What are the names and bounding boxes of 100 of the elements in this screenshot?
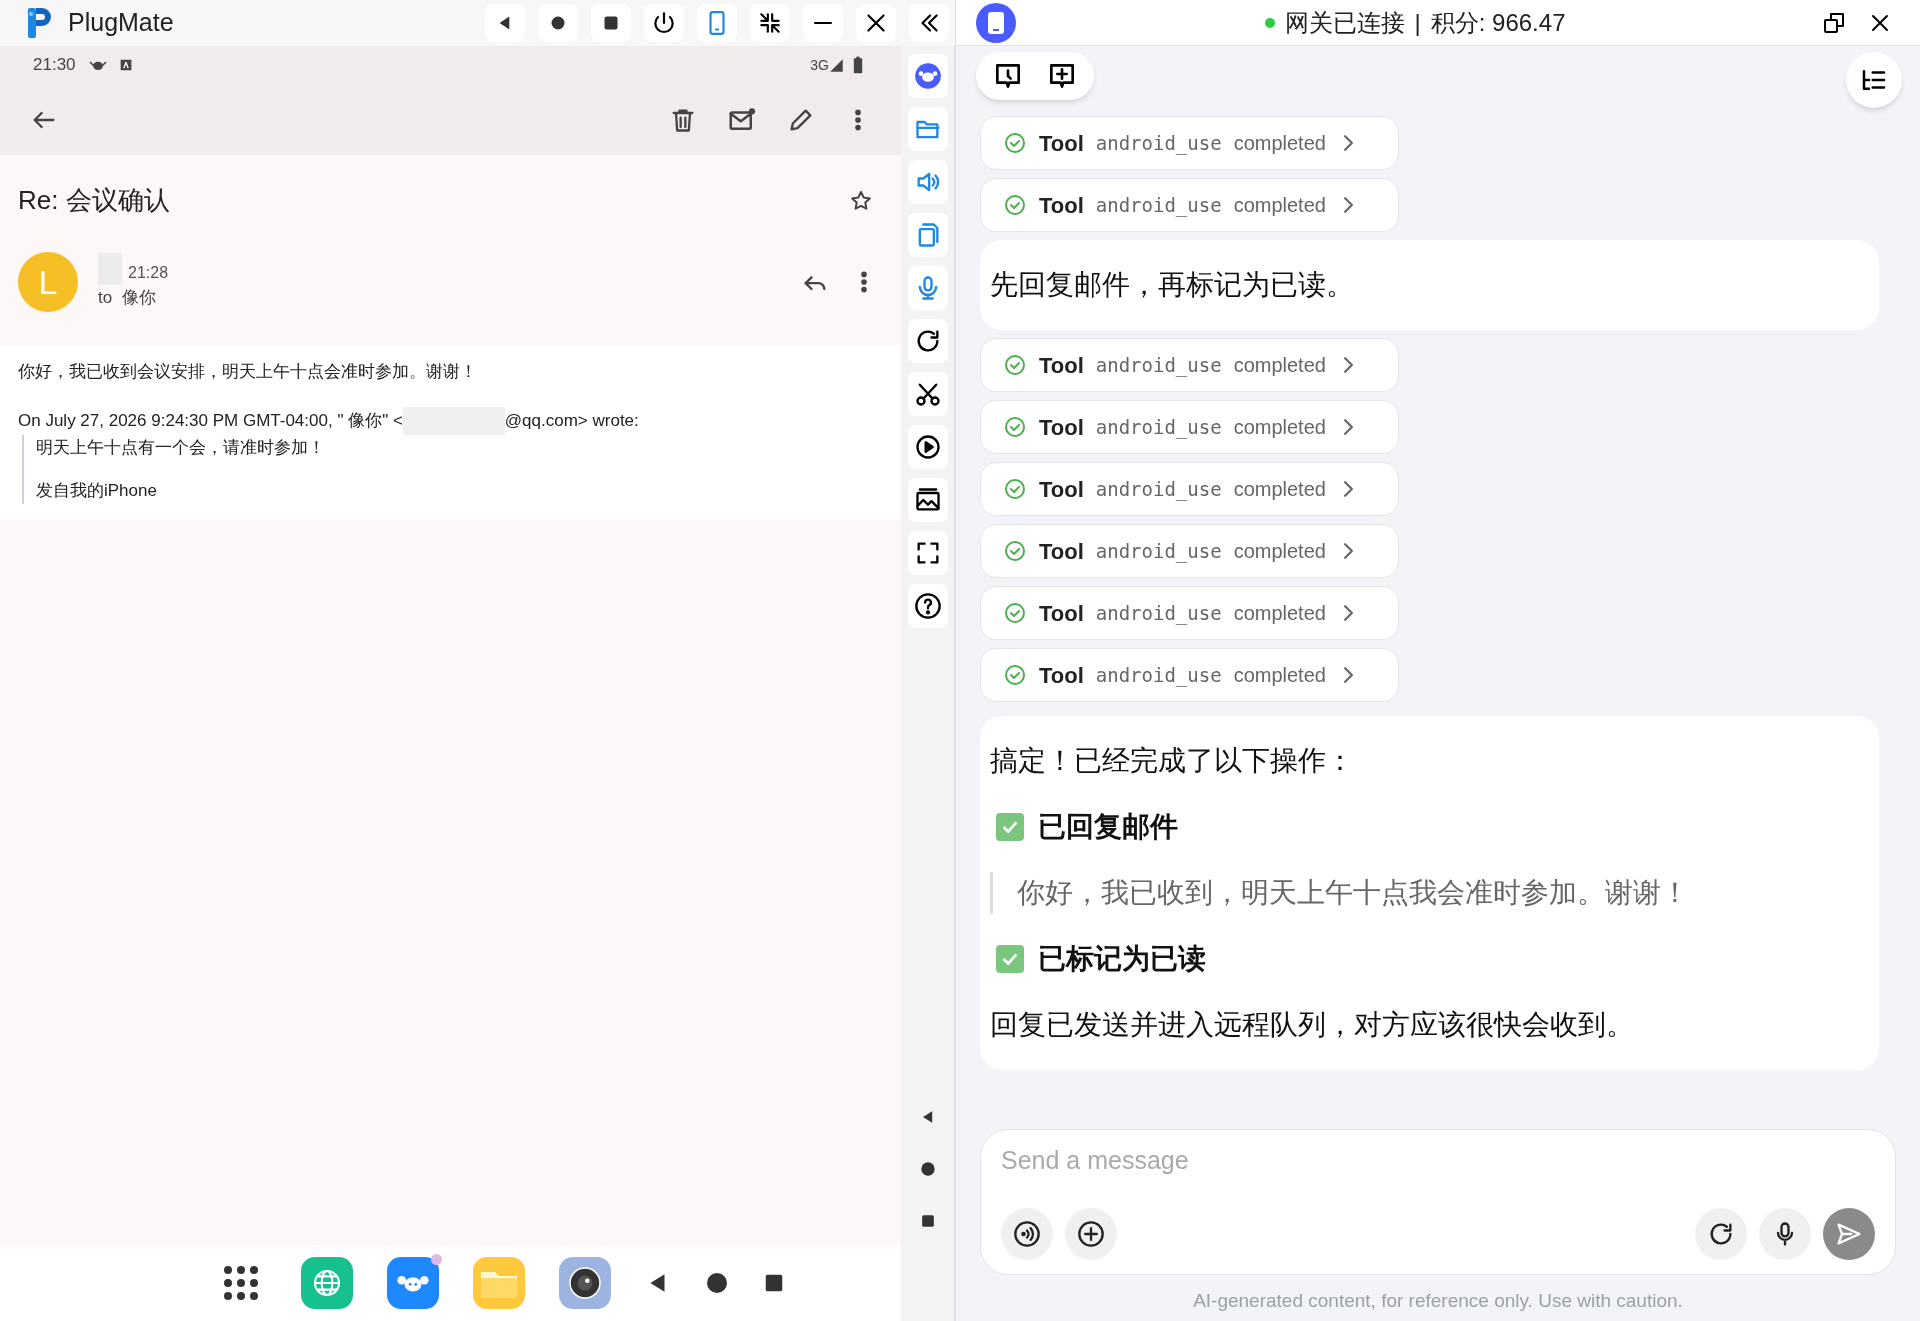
recents-nav-icon[interactable] [763, 1272, 785, 1294]
tool-call-card[interactable]: Tool android_use completed [980, 462, 1399, 516]
tool-name: android_use [1095, 414, 1222, 441]
tool-status: completed [1233, 539, 1326, 564]
email-time: 21:28 [128, 263, 169, 284]
points-label: 积分: 966.47 [1430, 7, 1566, 38]
chevron-right-icon [1343, 197, 1353, 213]
tool-status: completed [1233, 415, 1326, 440]
tool-status: completed [1233, 131, 1326, 156]
tool-call-card[interactable]: Tool android_use completed [980, 586, 1399, 640]
power-button[interactable] [644, 4, 684, 42]
message-input[interactable]: Send a message [980, 1128, 1896, 1275]
tool-name: android_use [1095, 352, 1222, 379]
disclaimer-text: AI-generated content, for reference only. Use with caution. [1192, 1288, 1684, 1313]
check-circle-icon [1003, 353, 1027, 377]
voice-icon [1013, 1219, 1041, 1248]
tool-status: completed [1233, 477, 1326, 502]
phone-button[interactable] [697, 4, 737, 42]
tool-call-card[interactable]: Tool android_use completed [980, 116, 1399, 170]
popout-icon [1822, 10, 1846, 35]
tool-name: android_use [1095, 476, 1222, 503]
fullscreen-button[interactable] [907, 531, 948, 575]
tool-status: completed [1233, 193, 1326, 218]
message-field[interactable]: Send a message [1001, 1141, 1875, 1179]
help-icon [913, 592, 942, 620]
chevron-right-icon [1343, 667, 1353, 683]
camera-app-icon[interactable] [559, 1257, 611, 1309]
checklist-item: 已标记为已读 [1038, 942, 1206, 976]
to-label: to [98, 287, 113, 310]
help-button[interactable] [907, 584, 948, 628]
checklist-item: 已回复邮件 [1038, 810, 1178, 844]
robot-button[interactable] [907, 54, 948, 98]
folder-button[interactable] [907, 107, 948, 151]
check-circle-icon [1003, 131, 1027, 155]
outline-button[interactable] [1846, 52, 1902, 108]
chevron-right-icon [1343, 481, 1353, 497]
tool-call-card[interactable]: Tool android_use completed [980, 178, 1399, 232]
stop-button[interactable] [591, 4, 631, 42]
close-button[interactable] [856, 4, 896, 42]
tool-label: Tool [1039, 351, 1084, 380]
separator-text: | [1414, 7, 1421, 38]
quote-block: 你好，我已收到，明天上午十点我会准时参加。谢谢！ [990, 872, 1869, 914]
speaker-button[interactable] [907, 160, 948, 204]
tool-name: android_use [1095, 130, 1222, 157]
tool-label: Tool [1039, 413, 1084, 442]
chevron-right-icon [1343, 357, 1353, 373]
image-button[interactable] [907, 478, 948, 522]
robot-icon [913, 62, 942, 90]
device-avatar[interactable] [976, 2, 1016, 43]
tool-call-card[interactable]: Tool android_use completed [980, 338, 1399, 392]
check-circle-icon [1003, 539, 1027, 563]
tool-name: android_use [1095, 538, 1222, 565]
copy-button[interactable] [907, 213, 948, 257]
tool-call-card[interactable]: Tool android_use completed [980, 400, 1399, 454]
chevron-right-icon [1343, 135, 1353, 151]
chevron-right-icon [1343, 543, 1353, 559]
tool-status: completed [1233, 601, 1326, 626]
collapse-button[interactable] [750, 4, 790, 42]
tool-call-card[interactable]: Tool android_use completed [980, 524, 1399, 578]
image-icon [913, 486, 942, 514]
check-circle-icon [1003, 193, 1027, 217]
star-icon[interactable] [849, 188, 873, 213]
back-button[interactable] [485, 4, 525, 42]
chevron-right-icon [1343, 419, 1353, 435]
tool-label: Tool [1039, 661, 1084, 690]
play-button[interactable] [907, 425, 948, 469]
check-circle-icon [1003, 477, 1027, 501]
tool-name: android_use [1095, 192, 1222, 219]
minimize-button[interactable] [803, 4, 843, 42]
message-paragraph: 回复已发送并进入远程队列，对方应该很快会收到。 [990, 1008, 1635, 1042]
robot-app-icon[interactable] [387, 1257, 439, 1309]
tool-status: completed [1233, 663, 1326, 688]
connection-status: 网关已连接 [1284, 7, 1405, 38]
message-paragraph: 搞定！已经完成了以下操作： [990, 744, 1355, 778]
collapse-icon [757, 10, 783, 36]
quoted-line: 发自我的iPhone [36, 480, 158, 502]
tool-label: Tool [1039, 537, 1084, 566]
check-circle-icon [1003, 601, 1027, 625]
quoted-line: 明天上午十点有一个会，请准时参加！ [36, 436, 326, 459]
play-icon [913, 433, 942, 461]
rotate-button[interactable] [907, 319, 948, 363]
tool-status: completed [1233, 353, 1326, 378]
tool-label: Tool [1039, 191, 1084, 220]
tool-name: android_use [1095, 600, 1222, 627]
tool-call-card[interactable]: Tool android_use completed [980, 648, 1399, 702]
check-circle-icon [1003, 663, 1027, 687]
app-grid-icon[interactable] [224, 1266, 258, 1300]
signal-icon [829, 57, 844, 73]
quote-header: On July 27, 2026 9:24:30 PM GMT-04:00, " 像你" < [18, 409, 403, 432]
tool-label: Tool [1039, 129, 1084, 158]
home-button[interactable] [538, 4, 578, 42]
app-title: PlugMate [68, 7, 174, 39]
sender-avatar: L [18, 252, 78, 312]
scissors-button[interactable] [907, 372, 948, 416]
send-button[interactable] [1823, 1207, 1875, 1260]
collapse-panel-button[interactable] [909, 4, 949, 42]
add-icon [1077, 1219, 1105, 1248]
user-message: 先回复邮件，再标记为已读。 [980, 240, 1879, 330]
tool-name: android_use [1095, 662, 1222, 689]
home-nav-icon[interactable] [705, 1271, 729, 1295]
